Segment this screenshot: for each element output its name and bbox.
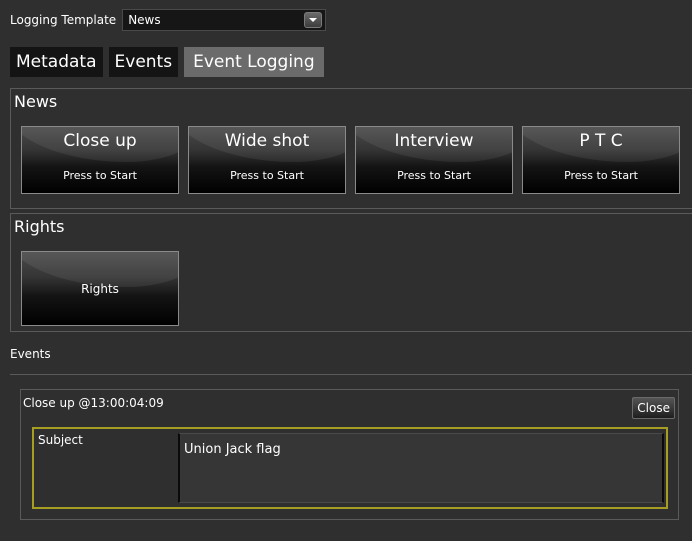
button-title: P T C <box>579 131 623 151</box>
template-label: Logging Template <box>10 13 117 27</box>
tab-event-logging[interactable]: Event Logging <box>184 47 324 77</box>
button-subtitle: Press to Start <box>63 169 137 182</box>
button-title: Interview <box>394 131 474 151</box>
wide-shot-button[interactable]: Wide shot Press to Start <box>188 126 346 194</box>
template-dropdown[interactable]: News <box>122 9 327 31</box>
close-up-button[interactable]: Close up Press to Start <box>21 126 179 194</box>
rights-button[interactable]: Rights <box>21 251 179 326</box>
event-logging-window: Logging Template News Metadata Events Ev… <box>0 0 692 541</box>
events-divider <box>10 374 692 375</box>
button-subtitle: Press to Start <box>397 169 471 182</box>
template-selected-value: News <box>128 13 161 27</box>
subject-label: Subject <box>38 433 83 447</box>
button-subtitle: Press to Start <box>230 169 304 182</box>
news-panel-title: News <box>14 92 58 111</box>
tab-events[interactable]: Events <box>108 47 179 77</box>
interview-button[interactable]: Interview Press to Start <box>355 126 513 194</box>
subject-field-frame: Subject Union Jack flag <box>32 427 668 509</box>
news-panel: News Close up Press to Start Wide shot P… <box>10 88 692 209</box>
template-row: Logging Template News <box>10 8 327 32</box>
events-heading: Events <box>10 347 51 361</box>
chevron-down-icon[interactable] <box>304 12 323 28</box>
rights-panel-title: Rights <box>14 217 65 236</box>
event-title: Close up @13:00:04:09 <box>23 396 164 410</box>
button-subtitle: Press to Start <box>564 169 638 182</box>
ptc-button[interactable]: P T C Press to Start <box>522 126 680 194</box>
button-title: Wide shot <box>224 131 310 151</box>
tab-metadata[interactable]: Metadata <box>10 47 103 77</box>
subject-input[interactable]: Union Jack flag <box>178 433 664 503</box>
button-label: Rights <box>81 282 119 296</box>
rights-panel: Rights Rights <box>10 213 692 332</box>
tab-bar: Metadata Events Event Logging <box>10 47 330 77</box>
close-button[interactable]: Close <box>632 397 675 419</box>
event-card: Close up @13:00:04:09 Close Subject Unio… <box>20 389 679 520</box>
button-title: Close up <box>63 131 137 151</box>
